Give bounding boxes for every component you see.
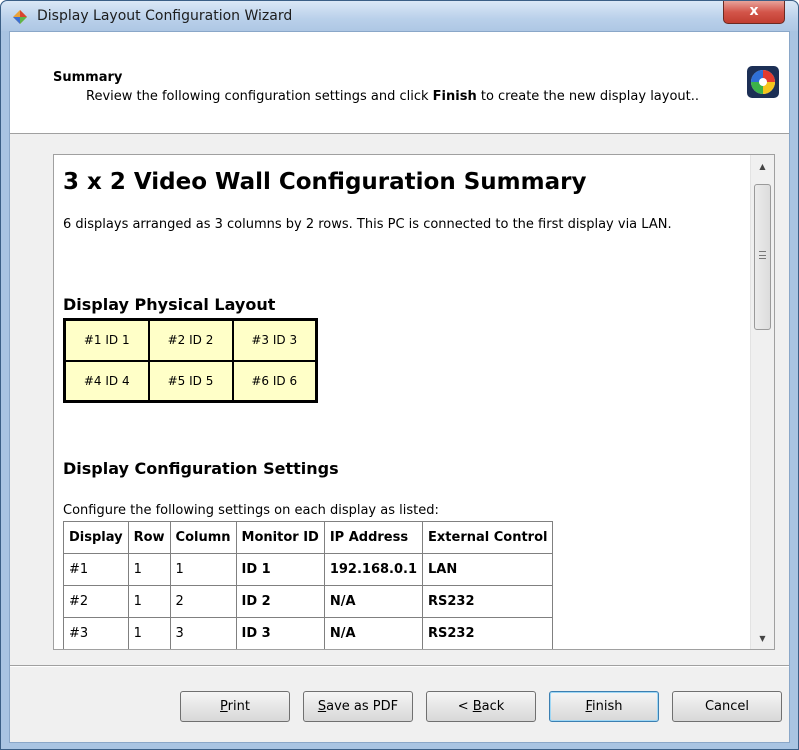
table-header-row: Display Row Column Monitor ID IP Address… bbox=[63, 521, 554, 554]
table-cell: 1 bbox=[169, 553, 237, 586]
wizard-window: Display Layout Configuration Wizard x Su… bbox=[0, 0, 799, 750]
table-cell: LAN bbox=[422, 553, 554, 586]
table-cell: 1 bbox=[127, 585, 171, 618]
back-prefix: < bbox=[457, 699, 473, 714]
wizard-header: Summary Review the following configurati… bbox=[10, 32, 789, 134]
wizard-app-icon bbox=[13, 10, 27, 24]
summary-panel[interactable]: 3 x 2 Video Wall Configuration Summary 6… bbox=[53, 154, 775, 650]
close-icon: x bbox=[749, 3, 759, 19]
footer-divider bbox=[10, 665, 789, 667]
layout-cell: #3 ID 3 bbox=[231, 318, 318, 362]
column-header: Display bbox=[63, 521, 129, 554]
print-button[interactable]: Print bbox=[180, 691, 290, 722]
table-cell: ID 1 bbox=[235, 553, 325, 586]
table-cell: 1 bbox=[127, 617, 171, 649]
summary-heading: 3 x 2 Video Wall Configuration Summary bbox=[63, 169, 587, 195]
table-cell: #1 bbox=[63, 553, 129, 586]
layout-cell: #1 ID 1 bbox=[63, 318, 150, 362]
cancel-label: Cancel bbox=[704, 699, 750, 714]
color-wheel-icon bbox=[747, 66, 779, 98]
settings-note: Configure the following settings on each… bbox=[63, 503, 439, 518]
vertical-scrollbar[interactable]: ▲ ▼ bbox=[750, 155, 774, 649]
table-row: #2 1 2 ID 2 N/A RS232 bbox=[63, 585, 554, 618]
header-desc-before: Review the following configuration setti… bbox=[86, 89, 433, 104]
table-cell: #2 bbox=[63, 585, 129, 618]
save-pdf-rest: ave as PDF bbox=[326, 699, 399, 714]
table-cell: 1 bbox=[127, 553, 171, 586]
scroll-up-arrow-icon[interactable]: ▲ bbox=[751, 157, 774, 177]
wizard-client-area: Summary Review the following configurati… bbox=[9, 31, 790, 743]
physical-layout-grid: #1 ID 1 #2 ID 2 #3 ID 3 #4 ID 4 #5 ID 5 … bbox=[63, 318, 318, 403]
table-cell: ID 2 bbox=[235, 585, 325, 618]
close-button[interactable]: x bbox=[723, 1, 785, 24]
table-cell: 2 bbox=[169, 585, 237, 618]
title-bar[interactable]: Display Layout Configuration Wizard x bbox=[1, 1, 798, 31]
grip-icon bbox=[759, 251, 766, 259]
back-rest: ack bbox=[481, 699, 505, 714]
table-cell: 3 bbox=[169, 617, 237, 649]
header-title: Summary bbox=[53, 70, 123, 85]
column-header: Column bbox=[169, 521, 237, 554]
finish-rest: inish bbox=[592, 699, 623, 714]
table-row: #1 1 1 ID 1 192.168.0.1 LAN bbox=[63, 553, 554, 586]
table-cell: 192.168.0.1 bbox=[323, 553, 424, 586]
table-cell: #3 bbox=[63, 617, 129, 649]
table-cell: RS232 bbox=[422, 617, 554, 649]
print-rest: rint bbox=[227, 699, 250, 714]
column-header: Monitor ID bbox=[235, 521, 325, 554]
scroll-down-arrow-icon[interactable]: ▼ bbox=[751, 629, 774, 649]
column-header: External Control bbox=[422, 521, 554, 554]
layout-cell: #4 ID 4 bbox=[63, 359, 150, 403]
back-button[interactable]: < Back bbox=[426, 691, 536, 722]
settings-heading: Display Configuration Settings bbox=[63, 459, 339, 478]
layout-row: #4 ID 4 #5 ID 5 #6 ID 6 bbox=[63, 359, 318, 403]
finish-button[interactable]: Finish bbox=[549, 691, 659, 722]
table-cell: RS232 bbox=[422, 585, 554, 618]
layout-cell: #5 ID 5 bbox=[147, 359, 234, 403]
header-desc-bold: Finish bbox=[432, 89, 477, 104]
table-cell: ID 3 bbox=[235, 617, 325, 649]
layout-heading: Display Physical Layout bbox=[63, 295, 276, 314]
column-header: IP Address bbox=[323, 521, 424, 554]
summary-intro: 6 displays arranged as 3 columns by 2 ro… bbox=[63, 217, 672, 232]
header-desc-after: to create the new display layout.. bbox=[476, 89, 700, 104]
header-description: Review the following configuration setti… bbox=[86, 88, 726, 105]
save-pdf-mnemonic: S bbox=[317, 699, 327, 714]
table-cell: N/A bbox=[323, 585, 424, 618]
layout-row: #1 ID 1 #2 ID 2 #3 ID 3 bbox=[63, 318, 318, 362]
scroll-thumb[interactable] bbox=[754, 184, 771, 330]
cancel-button[interactable]: Cancel bbox=[672, 691, 782, 722]
layout-cell: #6 ID 6 bbox=[231, 359, 318, 403]
column-header: Row bbox=[127, 521, 171, 554]
layout-cell: #2 ID 2 bbox=[147, 318, 234, 362]
print-mnemonic: P bbox=[220, 699, 228, 714]
table-row: #3 1 3 ID 3 N/A RS232 bbox=[63, 617, 554, 649]
save-as-pdf-button[interactable]: Save as PDF bbox=[303, 691, 413, 722]
window-title: Display Layout Configuration Wizard bbox=[37, 8, 293, 24]
settings-table: Display Row Column Monitor ID IP Address… bbox=[63, 521, 554, 649]
table-cell: N/A bbox=[323, 617, 424, 649]
back-mnemonic: B bbox=[472, 699, 482, 714]
